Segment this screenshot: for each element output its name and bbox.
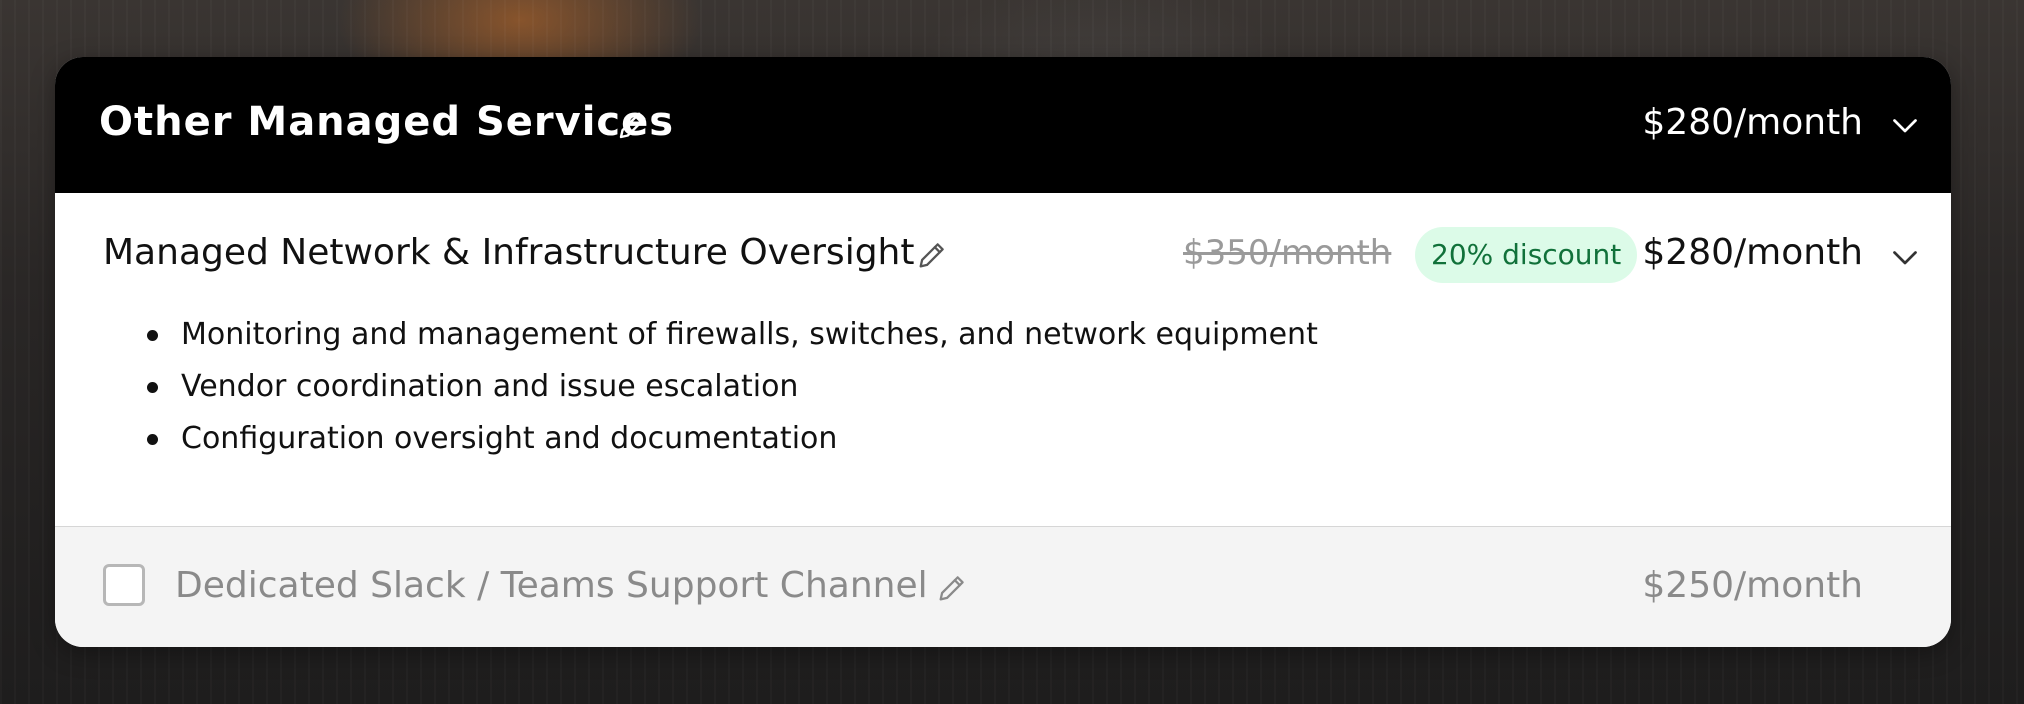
bullet-icon — [147, 434, 158, 445]
discount-badge: 20% discount — [1415, 227, 1638, 283]
service-item-slack: Dedicated Slack / Teams Support Channel … — [55, 527, 1951, 647]
feature-list: Monitoring and management of firewalls, … — [55, 309, 1318, 465]
section-title: Other Managed Services — [99, 99, 675, 145]
pencil-icon[interactable] — [935, 571, 969, 605]
service-item-price: $250/month — [1642, 565, 1863, 606]
bullet-icon — [147, 382, 158, 393]
service-card: Other Managed Services $280/month Manage… — [55, 57, 1951, 647]
pencil-icon[interactable] — [915, 238, 949, 272]
feature-item: Vendor coordination and issue escalation — [55, 361, 1318, 413]
feature-text: Vendor coordination and issue escalation — [181, 369, 799, 404]
chevron-down-icon[interactable] — [1887, 107, 1923, 143]
bullet-icon — [147, 330, 158, 341]
feature-text: Monitoring and management of firewalls, … — [181, 317, 1318, 352]
feature-item: Monitoring and management of firewalls, … — [55, 309, 1318, 361]
service-item-title: Dedicated Slack / Teams Support Channel — [175, 565, 928, 606]
service-item-checkbox[interactable] — [103, 564, 145, 606]
chevron-down-icon[interactable] — [1887, 239, 1923, 275]
section-total-price: $280/month — [1642, 102, 1863, 143]
section-header[interactable]: Other Managed Services $280/month — [55, 57, 1951, 193]
feature-item: Configuration oversight and documentatio… — [55, 413, 1318, 465]
service-item-price: $280/month — [1642, 232, 1863, 273]
service-item-network: Managed Network & Infrastructure Oversig… — [55, 193, 1951, 527]
pencil-icon[interactable] — [615, 107, 651, 143]
feature-text: Configuration oversight and documentatio… — [181, 421, 838, 456]
original-price: $350/month — [1183, 233, 1392, 273]
service-item-title: Managed Network & Infrastructure Oversig… — [103, 232, 915, 273]
